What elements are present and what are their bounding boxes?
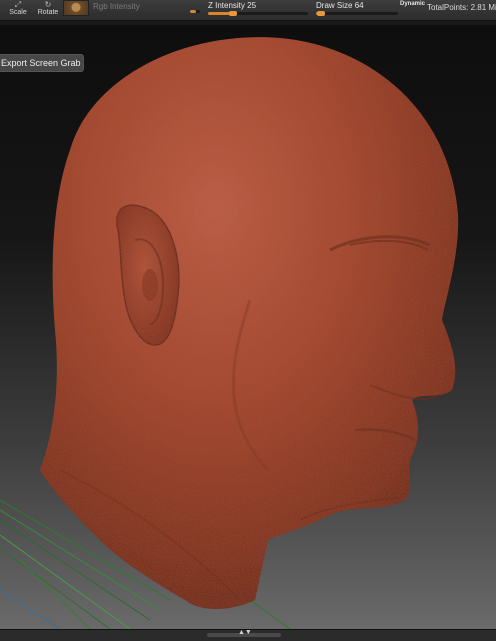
viewport-canvas[interactable]: Export Screen Grab <box>0 25 496 629</box>
rotate-label: Rotate <box>37 9 59 16</box>
scale-icon: ⤢ <box>14 0 22 9</box>
material-swatch[interactable] <box>63 0 89 16</box>
dynamic-toggle[interactable]: Dynamic <box>400 1 425 7</box>
sculpt-viewport <box>0 37 459 629</box>
draw-size-slider[interactable] <box>316 11 398 16</box>
total-points-readout: TotalPoints: 2.81 Mil <box>427 3 496 12</box>
rgb-intensity-slider[interactable] <box>190 10 200 13</box>
z-intensity-slider[interactable] <box>208 11 308 16</box>
rotate-icon: ↻ <box>44 0 52 9</box>
scale-label: Scale <box>9 9 27 16</box>
rgb-intensity-label[interactable]: Rgb Intensity <box>93 2 140 11</box>
draw-size-label[interactable]: Draw Size 64 <box>316 1 364 10</box>
draw-size-knob[interactable] <box>317 11 325 16</box>
tray-scroll-handle[interactable]: ▲▼ <box>207 629 281 637</box>
z-intensity-knob[interactable] <box>229 11 237 16</box>
top-toolbar: ⤢ Scale ↻ Rotate Rgb Intensity Z Intensi… <box>0 0 496 21</box>
scale-button[interactable]: ⤢ Scale <box>8 0 28 20</box>
draw-size-value: 64 <box>354 1 364 10</box>
z-intensity-label[interactable]: Z Intensity 25 <box>208 1 256 10</box>
head-model[interactable] <box>40 37 459 610</box>
rotate-button[interactable]: ↻ Rotate <box>36 0 60 20</box>
scroll-arrows-icon: ▲▼ <box>238 629 252 636</box>
export-screen-grab-button[interactable]: Export Screen Grab <box>0 54 84 72</box>
bottom-shelf: ▲▼ <box>0 629 496 641</box>
z-intensity-value: 25 <box>247 1 257 10</box>
